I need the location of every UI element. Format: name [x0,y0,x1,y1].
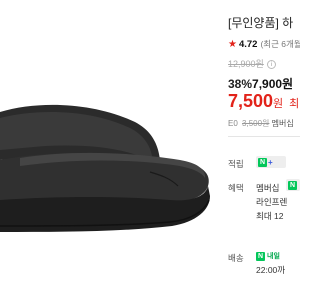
benefit-label: 혜택 [228,183,244,193]
delivery-label: 배송 [228,253,244,263]
discounted-price: 7,900원 [252,77,294,91]
coupon-prefix: E0 [228,119,238,128]
naver-plus-badge[interactable]: N + [256,156,286,168]
benefit-line-3: 최대 12 [256,211,284,221]
delivery-badge-text: 내일 [267,253,280,260]
final-price-row: 7,500원 최 [228,91,299,112]
product-title[interactable]: [무인양품] 하 [228,14,293,31]
benefit-line-2: 라인프렌 [256,197,288,207]
divider [228,136,300,137]
discount-row: 38%7,900원 [228,75,293,92]
final-price: 7,500 [228,91,274,111]
naver-n-icon: N [256,251,265,261]
coupon-text: 멤버십 [271,119,294,128]
naver-n-icon: N [258,157,267,167]
discount-percent: 38% [228,77,253,91]
plus-icon: + [268,157,273,167]
coupon-row[interactable]: E0 3,500원 멤버십 [228,118,294,129]
final-price-extra: 최 [289,98,300,110]
delivery-time: 22:00까 [256,265,286,275]
benefit-line-1: 멤버십 [256,183,280,193]
points-label: 적립 [228,159,244,169]
rating-row[interactable]: ★ 4.72 (최근 6개월 [228,38,300,50]
benefit-plus-badge[interactable]: N [286,179,300,191]
star-icon: ★ [228,38,237,50]
delivery-badge[interactable]: N 내일 [256,250,280,262]
slide-sandal-image [0,104,210,232]
info-icon[interactable]: i [266,60,276,69]
rating-recent: (최근 6개월 [260,39,300,49]
product-image[interactable] [0,0,212,300]
rating-value: 4.72 [238,38,258,50]
coupon-strike: 3,500원 [242,119,270,128]
original-price-value: 12,900원 [228,59,264,69]
original-price: 12,900원 i [228,57,276,70]
final-price-currency: 원 [273,98,284,110]
naver-n-icon: N [288,180,297,190]
